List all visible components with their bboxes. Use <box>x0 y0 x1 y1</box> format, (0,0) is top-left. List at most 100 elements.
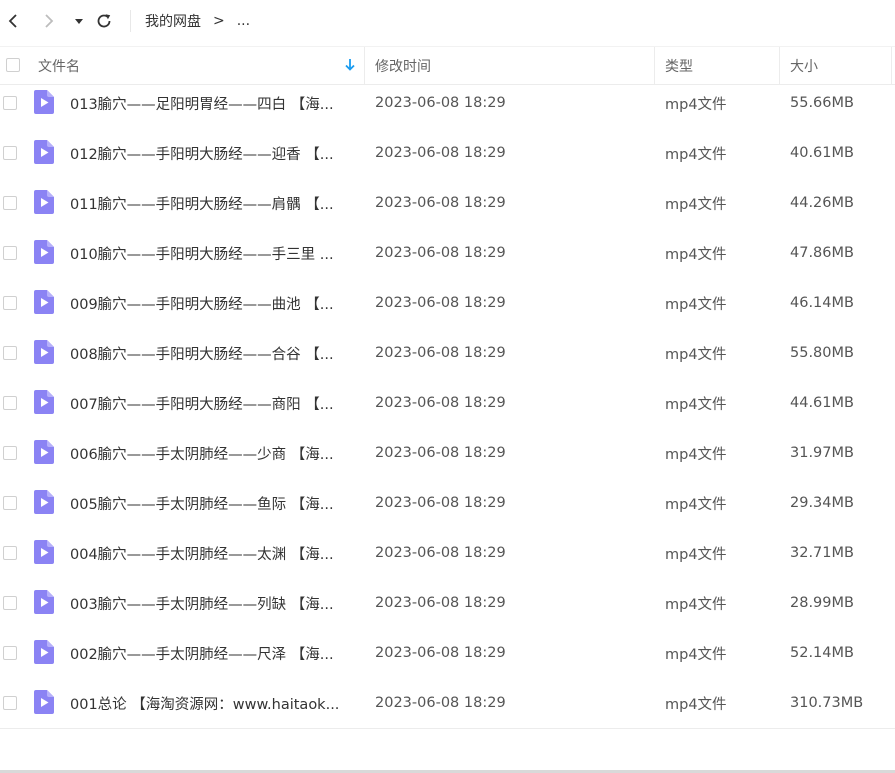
row-checkbox[interactable] <box>3 396 17 410</box>
back-button[interactable] <box>0 8 26 34</box>
video-file-icon <box>34 590 54 614</box>
row-checkbox[interactable] <box>3 296 17 310</box>
row-checkbox[interactable] <box>3 496 17 510</box>
arrow-down-icon <box>345 59 355 71</box>
video-file-icon <box>34 140 54 164</box>
file-row[interactable]: 006腧穴——手太阴肺经——少商 【海... 2023-06-08 18:29 … <box>0 428 895 478</box>
video-file-icon <box>34 690 54 714</box>
row-checkbox[interactable] <box>3 146 17 160</box>
video-file-icon <box>34 290 54 314</box>
refresh-icon <box>97 14 111 28</box>
video-file-icon <box>34 540 54 564</box>
select-all-checkbox[interactable] <box>6 58 20 72</box>
file-name[interactable]: 007腧穴——手阳明大肠经——商阳 【... <box>70 378 355 428</box>
file-name[interactable]: 005腧穴——手太阴肺经——鱼际 【海... <box>70 478 355 528</box>
video-file-icon <box>34 90 54 114</box>
file-size: 29.34MB <box>790 495 854 511</box>
file-modified-time: 2023-06-08 18:29 <box>375 595 506 611</box>
file-row[interactable]: 007腧穴——手阳明大肠经——商阳 【... 2023-06-08 18:29 … <box>0 378 895 428</box>
file-type: mp4文件 <box>665 496 727 513</box>
file-modified-time: 2023-06-08 18:29 <box>375 645 506 661</box>
history-dropdown-button[interactable] <box>66 8 92 34</box>
row-checkbox[interactable] <box>3 346 17 360</box>
file-modified-time: 2023-06-08 18:29 <box>375 245 506 261</box>
file-modified-time: 2023-06-08 18:29 <box>375 545 506 561</box>
row-checkbox[interactable] <box>3 446 17 460</box>
breadcrumb: 我的网盘 > ... <box>145 11 250 31</box>
file-name[interactable]: 012腧穴——手阳明大肠经——迎香 【... <box>70 128 355 178</box>
toolbar: 我的网盘 > ... <box>0 0 895 42</box>
file-modified-time: 2023-06-08 18:29 <box>375 695 506 711</box>
file-name[interactable]: 003腧穴——手太阴肺经——列缺 【海... <box>70 578 355 628</box>
file-row[interactable]: 009腧穴——手阳明大肠经——曲池 【... 2023-06-08 18:29 … <box>0 278 895 328</box>
breadcrumb-separator: > <box>213 13 225 29</box>
row-checkbox[interactable] <box>3 96 17 110</box>
video-file-icon <box>34 190 54 214</box>
row-checkbox[interactable] <box>3 696 17 710</box>
column-header-modified-label: 修改时间 <box>375 58 431 75</box>
file-type: mp4文件 <box>665 346 727 363</box>
file-modified-time: 2023-06-08 18:29 <box>375 345 506 361</box>
file-type: mp4文件 <box>665 96 727 113</box>
file-size: 55.66MB <box>790 95 854 111</box>
file-name[interactable]: 006腧穴——手太阴肺经——少商 【海... <box>70 428 355 478</box>
file-size: 32.71MB <box>790 545 854 561</box>
file-name[interactable]: 011腧穴——手阳明大肠经——肩髃 【... <box>70 178 355 228</box>
column-header-type-label: 类型 <box>665 58 693 75</box>
caret-down-icon <box>75 19 83 24</box>
file-name[interactable]: 013腧穴——足阳明胃经——四白 【海... <box>70 78 355 128</box>
chevron-right-icon <box>45 14 54 28</box>
breadcrumb-root[interactable]: 我的网盘 <box>145 11 201 31</box>
forward-button[interactable] <box>36 8 62 34</box>
file-modified-time: 2023-06-08 18:29 <box>375 295 506 311</box>
file-row[interactable]: 010腧穴——手阳明大肠经——手三里 ... 2023-06-08 18:29 … <box>0 228 895 278</box>
breadcrumb-current[interactable]: ... <box>237 13 250 29</box>
list-end-divider <box>0 728 895 729</box>
file-row[interactable]: 008腧穴——手阳明大肠经——合谷 【... 2023-06-08 18:29 … <box>0 328 895 378</box>
file-modified-time: 2023-06-08 18:29 <box>375 195 506 211</box>
file-row[interactable]: 003腧穴——手太阴肺经——列缺 【海... 2023-06-08 18:29 … <box>0 578 895 628</box>
video-file-icon <box>34 340 54 364</box>
file-row[interactable]: 012腧穴——手阳明大肠经——迎香 【... 2023-06-08 18:29 … <box>0 128 895 178</box>
file-type: mp4文件 <box>665 146 727 163</box>
row-checkbox[interactable] <box>3 246 17 260</box>
file-name[interactable]: 009腧穴——手阳明大肠经——曲池 【... <box>70 278 355 328</box>
chevron-left-icon <box>8 14 17 28</box>
row-checkbox[interactable] <box>3 646 17 660</box>
file-modified-time: 2023-06-08 18:29 <box>375 395 506 411</box>
row-checkbox[interactable] <box>3 196 17 210</box>
refresh-button[interactable] <box>91 8 117 34</box>
file-row[interactable]: 011腧穴——手阳明大肠经——肩髃 【... 2023-06-08 18:29 … <box>0 178 895 228</box>
file-size: 40.61MB <box>790 145 854 161</box>
file-type: mp4文件 <box>665 696 727 713</box>
file-type: mp4文件 <box>665 296 727 313</box>
file-row[interactable]: 001总论 【海淘资源网：www.haitaok... 2023-06-08 1… <box>0 678 895 728</box>
file-type: mp4文件 <box>665 596 727 613</box>
file-name[interactable]: 010腧穴——手阳明大肠经——手三里 ... <box>70 228 355 278</box>
file-modified-time: 2023-06-08 18:29 <box>375 145 506 161</box>
file-modified-time: 2023-06-08 18:29 <box>375 445 506 461</box>
file-size: 47.86MB <box>790 245 854 261</box>
video-file-icon <box>34 640 54 664</box>
file-row[interactable]: 013腧穴——足阳明胃经——四白 【海... 2023-06-08 18:29 … <box>0 78 895 128</box>
file-row[interactable]: 002腧穴——手太阴肺经——尺泽 【海... 2023-06-08 18:29 … <box>0 628 895 678</box>
file-row[interactable]: 004腧穴——手太阴肺经——太渊 【海... 2023-06-08 18:29 … <box>0 528 895 578</box>
row-checkbox[interactable] <box>3 546 17 560</box>
file-row[interactable]: 005腧穴——手太阴肺经——鱼际 【海... 2023-06-08 18:29 … <box>0 478 895 528</box>
file-size: 44.61MB <box>790 395 854 411</box>
file-name[interactable]: 008腧穴——手阳明大肠经——合谷 【... <box>70 328 355 378</box>
sort-descending-button[interactable] <box>343 57 357 73</box>
column-header-size-label: 大小 <box>790 58 818 75</box>
file-name[interactable]: 004腧穴——手太阴肺经——太渊 【海... <box>70 528 355 578</box>
file-type: mp4文件 <box>665 646 727 663</box>
file-size: 55.80MB <box>790 345 854 361</box>
file-type: mp4文件 <box>665 196 727 213</box>
file-size: 44.26MB <box>790 195 854 211</box>
file-modified-time: 2023-06-08 18:29 <box>375 95 506 111</box>
row-checkbox[interactable] <box>3 596 17 610</box>
file-name[interactable]: 002腧穴——手太阴肺经——尺泽 【海... <box>70 628 355 678</box>
file-size: 46.14MB <box>790 295 854 311</box>
file-type: mp4文件 <box>665 246 727 263</box>
file-type: mp4文件 <box>665 396 727 413</box>
file-name[interactable]: 001总论 【海淘资源网：www.haitaok... <box>70 678 355 728</box>
